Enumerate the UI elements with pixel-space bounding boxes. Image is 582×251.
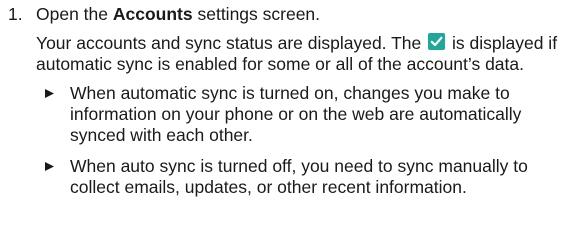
bullet-text: When auto sync is turned off, you need t… <box>70 156 528 197</box>
step-number: 1. <box>8 4 23 24</box>
description-before-icon: Your accounts and sync status are displa… <box>36 33 422 53</box>
step-text-after: settings screen. <box>192 4 321 24</box>
list-item: When automatic sync is turned on, change… <box>36 83 578 146</box>
description-paragraph: Your accounts and sync status are displa… <box>36 33 578 75</box>
step-text: Open the Accounts settings screen. <box>36 4 320 25</box>
bullet-text: When automatic sync is turned on, change… <box>70 83 522 145</box>
triangle-bullet-icon <box>36 156 70 198</box>
bullet-list: When automatic sync is turned on, change… <box>36 83 578 198</box>
step-bold-word: Accounts <box>112 4 193 24</box>
step-text-before: Open the <box>36 4 113 24</box>
instruction-step: 1. Open the Accounts settings screen. Yo… <box>8 4 578 208</box>
list-item: When auto sync is turned off, you need t… <box>36 156 578 198</box>
step-heading: 1. Open the Accounts settings screen. <box>8 4 578 25</box>
triangle-bullet-icon <box>36 83 70 146</box>
checkbox-checked-icon <box>428 33 446 50</box>
